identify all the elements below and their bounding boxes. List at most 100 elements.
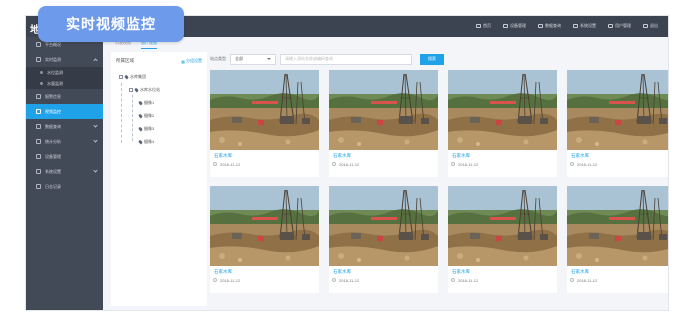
chart-icon — [538, 24, 543, 28]
tree-node-label: 摄像1 — [144, 99, 155, 105]
card-date-text: 2018-11-12 — [220, 278, 241, 283]
tree-node-station[interactable]: 水库水位站 — [119, 83, 207, 96]
tree-node-label: 摄像3 — [144, 125, 155, 131]
sidebar-item-stats[interactable]: 统计分析 — [26, 134, 103, 149]
top-action-device[interactable]: 设备管理 — [503, 23, 526, 29]
water-drop-icon — [138, 100, 143, 105]
search-button[interactable]: 搜索 — [420, 53, 444, 65]
video-grid: 石家水库 2018-11-12 石家水库 2018-11-12 石家水库 201… — [210, 70, 668, 293]
sidebar-item-device[interactable]: 设备管理 — [26, 149, 103, 164]
top-action-user[interactable]: 用户管理 — [608, 23, 631, 29]
card-station-name[interactable]: 石家水库 — [329, 150, 438, 159]
card-station-name[interactable]: 石家水库 — [567, 150, 668, 159]
sidebar-item-alarm[interactable]: 报警信息 — [26, 89, 103, 104]
card-station-name[interactable]: 石家水库 — [210, 266, 319, 275]
video-icon — [36, 109, 41, 114]
clock-icon — [332, 278, 336, 282]
sidebar-submenu: 水位监测 水量监测 — [26, 67, 103, 89]
sidebar-item-video[interactable]: 视频监控 — [26, 104, 103, 119]
card-station-name[interactable]: 石家水库 — [448, 150, 557, 159]
top-action-data[interactable]: 数据查询 — [538, 23, 561, 29]
grid-icon: ▦ — [181, 58, 185, 64]
clock-icon — [570, 162, 574, 166]
video-card[interactable]: 石家水库 2018-11-12 — [210, 186, 319, 293]
card-date: 2018-11-12 — [567, 159, 668, 167]
group-settings-link[interactable]: ▦ 分组设置 — [181, 58, 202, 64]
top-action-home[interactable]: 首页 — [476, 23, 491, 29]
card-station-name[interactable]: 石家水库 — [448, 266, 557, 275]
video-card[interactable]: 石家水库 2018-11-12 — [329, 70, 438, 177]
region-panel-header: 所属区域 ▦ 分组设置 — [111, 52, 207, 70]
video-thumbnail[interactable] — [210, 186, 319, 266]
video-card[interactable]: 石家水库 2018-11-12 — [448, 186, 557, 293]
card-station-name[interactable]: 石家水库 — [210, 150, 319, 159]
video-card[interactable]: 石家水库 2018-11-12 — [448, 70, 557, 177]
card-date: 2018-11-12 — [210, 275, 319, 283]
video-thumbnail[interactable] — [567, 70, 668, 150]
water-drop-icon — [138, 126, 143, 131]
video-card[interactable]: 石家水库 2018-11-12 — [210, 70, 319, 177]
card-date-text: 2018-11-12 — [458, 162, 479, 167]
tree-node-camera[interactable]: 摄像1 — [119, 96, 207, 109]
sidebar-subitem-water-level[interactable]: 水位监测 — [26, 67, 103, 78]
card-date-text: 2018-11-12 — [458, 278, 479, 283]
video-thumbnail[interactable] — [567, 186, 668, 266]
tree-node-camera[interactable]: 摄像3 — [119, 122, 207, 135]
sidebar-item-realtime[interactable]: 实时监测 — [26, 52, 103, 67]
monitor-icon — [36, 57, 41, 62]
water-drop-icon — [138, 139, 143, 144]
water-drop-icon — [124, 74, 129, 79]
card-station-name[interactable]: 石家水库 — [567, 266, 668, 275]
sidebar-item-label: 水位监测 — [47, 69, 63, 75]
top-action-logout[interactable]: 退出 — [643, 23, 658, 29]
region-panel: 所属区域 ▦ 分组设置 水库集团 水库水位站 摄像1 摄像2 摄像3 摄像4 — [111, 52, 207, 306]
sidebar-item-log[interactable]: 日志记录 — [26, 179, 103, 194]
tree-node-camera[interactable]: 摄像4 — [119, 135, 207, 148]
tree-node-camera[interactable]: 摄像2 — [119, 109, 207, 122]
top-action-label: 用户管理 — [615, 23, 631, 28]
region-panel-title: 所属区域 — [116, 58, 134, 63]
video-thumbnail[interactable] — [210, 70, 319, 150]
card-date: 2018-11-12 — [448, 275, 557, 283]
clock-icon — [213, 278, 217, 282]
tree-node-root[interactable]: 水库集团 — [119, 70, 207, 83]
video-panel: 站点类型 全部 请输入测站名称或编码查询 搜索 石家水库 2018-11-12 … — [210, 52, 668, 306]
collapse-icon[interactable] — [119, 74, 123, 79]
sidebar: 平台概况 实时监测 水位监测 水量监测 报警信息 视频监控 数据查询 统计分析 … — [26, 37, 103, 310]
top-action-label: 首页 — [483, 23, 491, 28]
video-thumbnail[interactable] — [448, 186, 557, 266]
video-thumbnail[interactable] — [448, 70, 557, 150]
card-date: 2018-11-12 — [329, 275, 438, 283]
tree-node-label: 水库集团 — [130, 73, 146, 79]
logout-icon — [643, 24, 648, 28]
stats-icon — [36, 139, 41, 144]
card-date-text: 2018-11-12 — [220, 162, 241, 167]
clock-icon — [451, 278, 455, 282]
video-card[interactable]: 石家水库 2018-11-12 — [329, 186, 438, 293]
search-icon — [36, 124, 41, 129]
top-action-label: 系统设置 — [580, 23, 596, 28]
video-thumbnail[interactable] — [329, 70, 438, 150]
sidebar-item-query[interactable]: 数据查询 — [26, 119, 103, 134]
card-date-text: 2018-11-12 — [577, 278, 598, 283]
sidebar-item-settings[interactable]: 系统设置 — [26, 164, 103, 179]
sidebar-subitem-water-volume[interactable]: 水量监测 — [26, 78, 103, 89]
video-thumbnail[interactable] — [329, 186, 438, 266]
main-content: 列表视图 图片视图 所属区域 ▦ 分组设置 水库集团 水库水位站 摄像1 摄像2… — [103, 37, 668, 310]
video-card[interactable]: 石家水库 2018-11-12 — [567, 186, 668, 293]
card-date: 2018-11-12 — [329, 159, 438, 167]
sidebar-item-label: 统计分析 — [45, 138, 61, 144]
search-input[interactable]: 请输入测站名称或编码查询 — [280, 53, 412, 65]
station-type-select[interactable]: 全部 — [230, 53, 276, 65]
tree-node-label: 摄像4 — [144, 138, 155, 144]
caret-down-icon — [267, 58, 271, 60]
top-action-settings[interactable]: 系统设置 — [573, 23, 596, 29]
collapse-icon[interactable] — [129, 87, 133, 92]
device-icon — [36, 154, 41, 159]
clock-icon — [332, 162, 336, 166]
chevron-up-icon — [93, 58, 98, 63]
sidebar-item-label: 系统设置 — [45, 168, 61, 174]
card-station-name[interactable]: 石家水库 — [329, 266, 438, 275]
video-card[interactable]: 石家水库 2018-11-12 — [567, 70, 668, 177]
card-date-text: 2018-11-12 — [339, 162, 360, 167]
